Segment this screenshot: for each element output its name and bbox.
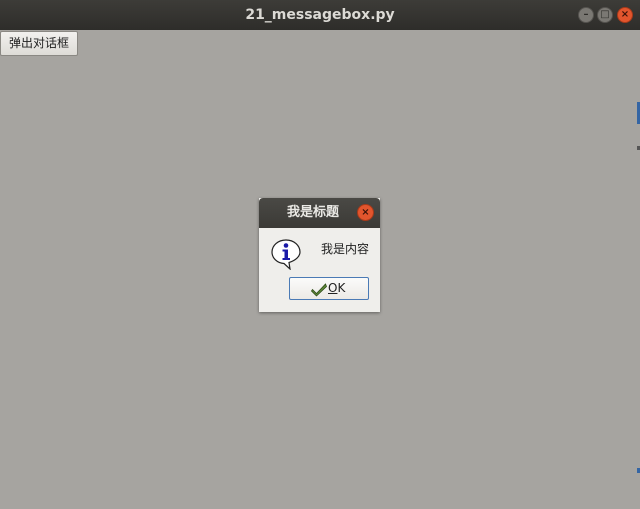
window-close-button[interactable]: ×: [617, 7, 633, 23]
maximize-icon: □: [600, 9, 610, 20]
close-icon: ×: [620, 9, 630, 20]
close-icon: ×: [361, 207, 370, 218]
dialog-titlebar[interactable]: 我是标题 ×: [259, 198, 380, 228]
popup-dialog-button[interactable]: 弹出对话框: [0, 31, 78, 56]
ok-button-label: OK: [328, 278, 345, 299]
ok-label-rest: K: [337, 281, 346, 295]
window-titlebar[interactable]: 21_messagebox.py – □ ×: [0, 0, 640, 30]
dialog-close-button[interactable]: ×: [357, 204, 374, 221]
minimize-button[interactable]: –: [578, 7, 594, 23]
window-title: 21_messagebox.py: [245, 7, 395, 23]
dialog-message: 我是内容: [321, 242, 370, 256]
dialog-title: 我是标题: [287, 205, 340, 220]
maximize-button[interactable]: □: [597, 7, 613, 23]
minimize-icon: –: [583, 9, 589, 20]
app-window: 21_messagebox.py – □ × 弹出对话框 我是标题 × 我是内容…: [0, 0, 640, 509]
ok-button[interactable]: OK: [289, 277, 369, 300]
message-dialog: 我是标题 × 我是内容 OK: [259, 198, 380, 312]
info-icon: [271, 239, 301, 270]
checkmark-icon: [311, 283, 327, 297]
